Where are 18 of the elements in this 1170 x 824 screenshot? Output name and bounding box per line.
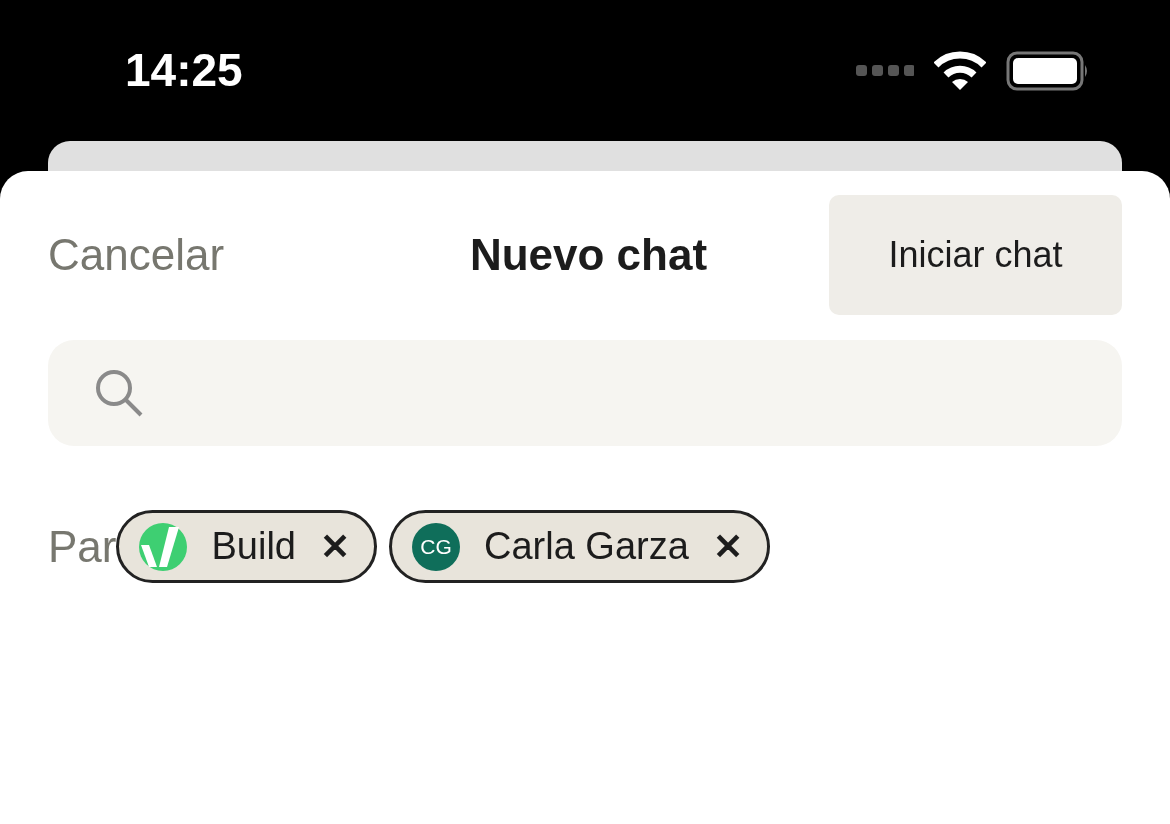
start-chat-button[interactable]: Iniciar chat bbox=[829, 195, 1122, 315]
battery-icon bbox=[1006, 50, 1090, 91]
remove-button[interactable]: ✕ bbox=[712, 519, 743, 574]
recipient-name: Build bbox=[211, 524, 296, 569]
search-field[interactable] bbox=[48, 340, 1122, 446]
recipient-chip[interactable]: Build ✕ bbox=[116, 510, 377, 583]
recipient-chip[interactable]: CG Carla Garza ✕ bbox=[389, 510, 770, 583]
wifi-icon bbox=[934, 50, 986, 91]
recipient-name: Carla Garza bbox=[484, 524, 689, 569]
status-time: 14:25 bbox=[125, 43, 243, 98]
signal-icon bbox=[856, 64, 914, 77]
search-icon bbox=[94, 368, 144, 418]
remove-button[interactable]: ✕ bbox=[320, 519, 350, 574]
logo-icon bbox=[139, 522, 188, 571]
cancel-button[interactable]: Cancelar bbox=[48, 222, 348, 288]
sheet-title: Nuevo chat bbox=[469, 229, 708, 281]
avatar-initials: CG bbox=[412, 522, 460, 571]
to-label: Par bbox=[48, 520, 117, 573]
